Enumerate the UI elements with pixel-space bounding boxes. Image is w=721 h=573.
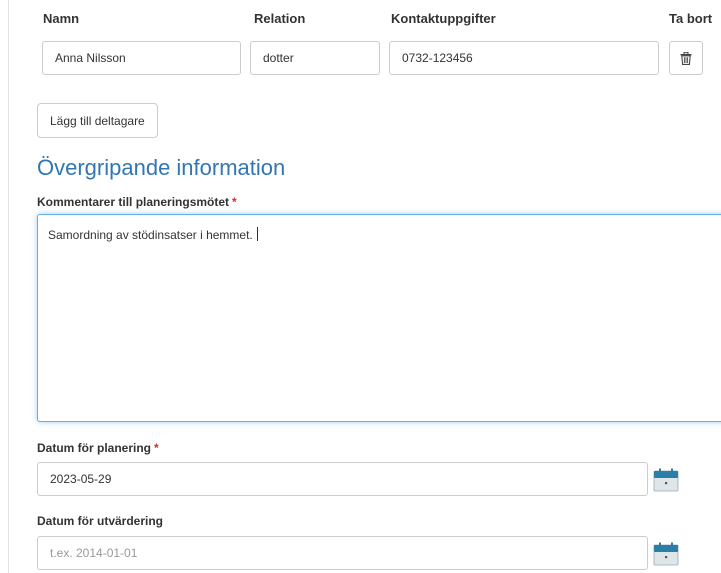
calendar-icon[interactable] bbox=[653, 542, 679, 566]
section-title: Övergripande information bbox=[37, 155, 286, 180]
left-divider bbox=[8, 0, 9, 573]
calendar-icon[interactable] bbox=[653, 468, 679, 492]
participant-name-input[interactable] bbox=[42, 41, 241, 75]
required-marker: * bbox=[154, 441, 159, 455]
remove-participant-button[interactable] bbox=[669, 41, 703, 75]
participant-relation-input[interactable] bbox=[250, 41, 380, 75]
comments-text: Samordning av stödinsatser i hemmet. bbox=[48, 228, 253, 242]
comments-label-text: Kommentarer till planeringsmötet bbox=[37, 195, 230, 209]
form-page: Namn Relation Kontaktuppgifter Ta bort L… bbox=[0, 0, 721, 573]
planning-date-input[interactable] bbox=[37, 462, 648, 496]
column-header-name: Namn bbox=[43, 11, 80, 26]
planning-date-label-text: Datum för planering bbox=[37, 441, 152, 455]
evaluation-date-input[interactable] bbox=[37, 536, 648, 570]
comments-textarea[interactable]: Samordning av stödinsatser i hemmet. bbox=[37, 214, 721, 422]
trash-icon bbox=[680, 51, 692, 65]
planning-date-label: Datum för planering * bbox=[37, 441, 159, 455]
text-caret bbox=[256, 227, 258, 241]
comments-label: Kommentarer till planeringsmötet * bbox=[37, 195, 237, 209]
add-participant-button[interactable]: Lägg till deltagare bbox=[37, 103, 158, 138]
participant-contact-input[interactable] bbox=[389, 41, 659, 75]
column-header-contact: Kontaktuppgifter bbox=[391, 11, 496, 26]
column-header-relation: Relation bbox=[254, 11, 306, 26]
required-marker: * bbox=[232, 195, 237, 209]
evaluation-date-label: Datum för utvärdering bbox=[37, 514, 164, 528]
column-header-remove: Ta bort bbox=[669, 11, 713, 26]
